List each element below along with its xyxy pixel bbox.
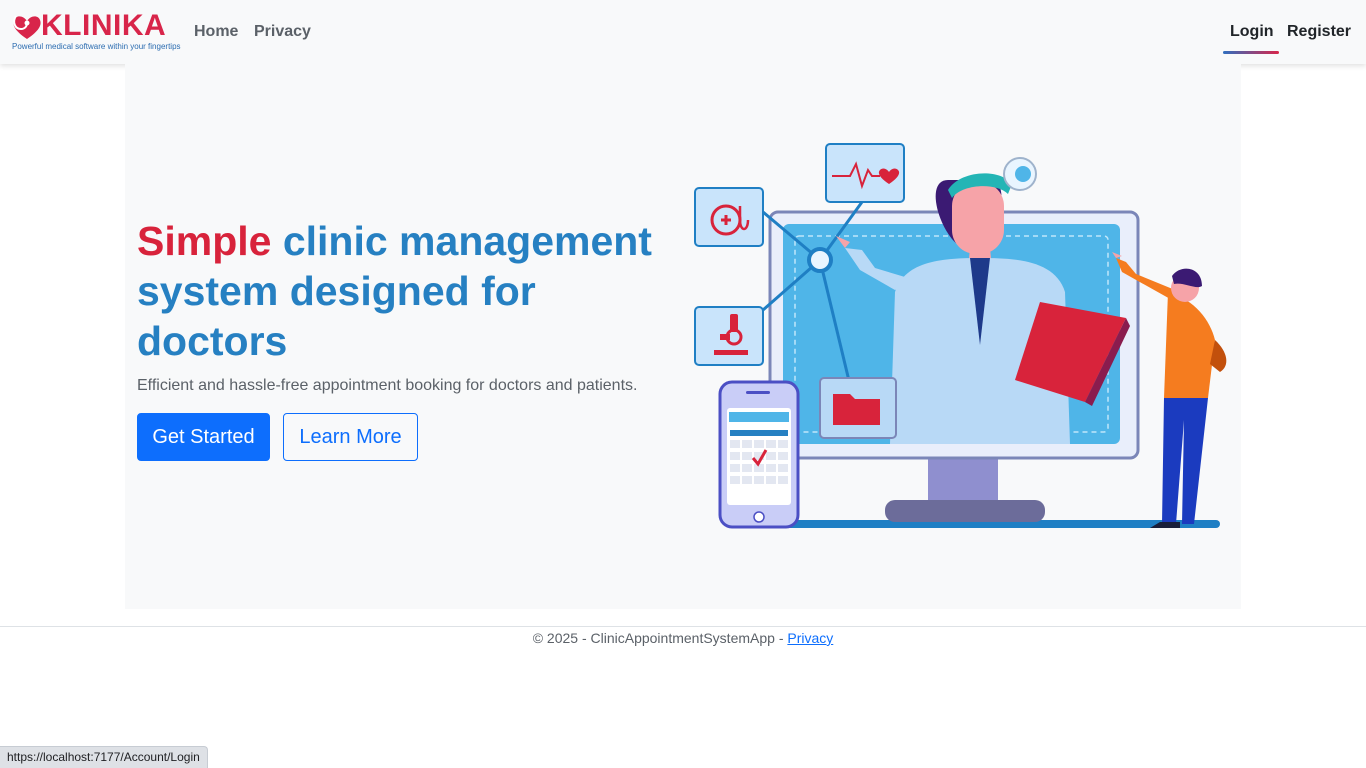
nav-register-link[interactable]: Register <box>1287 21 1351 43</box>
get-started-button[interactable]: Get Started <box>137 413 270 461</box>
brand-tagline: Powerful medical software within your fi… <box>12 42 181 51</box>
footer-copyright: © 2025 - ClinicAppointmentSystemApp - <box>532 630 788 646</box>
footer-privacy-link[interactable]: Privacy <box>787 630 833 646</box>
brand-logo[interactable]: KLINIKA Powerful medical software within… <box>10 8 181 56</box>
nav-login-link[interactable]: Login <box>1230 21 1274 43</box>
hero-headline: Simple clinic management system designed… <box>137 216 677 366</box>
brand-name: KLINIKA <box>41 9 167 42</box>
navbar: KLINIKA Powerful medical software within… <box>0 0 1366 64</box>
page-footer: © 2025 - ClinicAppointmentSystemApp - Pr… <box>0 629 1366 647</box>
headline-accent: Simple <box>137 218 272 264</box>
doctor-illustration <box>694 143 1227 529</box>
footer-divider <box>0 626 1366 627</box>
learn-more-button[interactable]: Learn More <box>283 413 418 461</box>
nav-privacy-link[interactable]: Privacy <box>254 21 311 43</box>
heart-stethoscope-icon <box>13 15 41 39</box>
hero-subtext: Efficient and hassle-free appointment bo… <box>137 377 638 394</box>
browser-status-bar: https://localhost:7177/Account/Login <box>0 746 208 768</box>
active-link-underline <box>1223 51 1279 54</box>
nav-home-link[interactable]: Home <box>194 21 238 43</box>
